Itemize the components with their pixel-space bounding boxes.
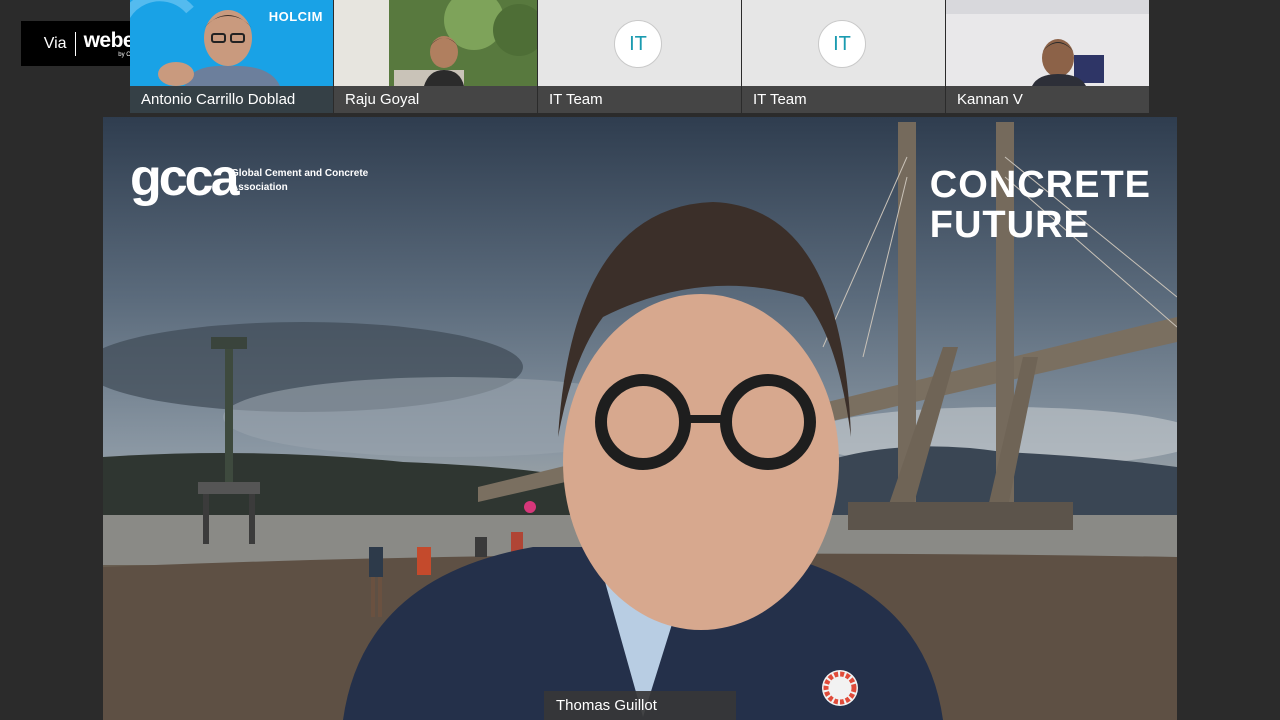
participant-name: IT Team: [538, 86, 741, 113]
participant-tile[interactable]: IT IT Team: [742, 0, 945, 113]
active-speaker-video[interactable]: gcca Global Cement and Concrete Associat…: [103, 117, 1177, 720]
gcca-full-name: Global Cement and Concrete Association: [231, 168, 369, 193]
participant-video: HOLCIM: [130, 0, 333, 86]
gcca-logo: gcca Global Cement and Concrete Associat…: [130, 149, 368, 207]
avatar: IT: [614, 20, 662, 68]
participant-tile[interactable]: HOLCIM Antonio Carrillo Doblad: [130, 0, 333, 113]
participant-name: Raju Goyal: [334, 86, 537, 113]
avatar: IT: [818, 20, 866, 68]
participant-avatar-area: IT: [742, 0, 945, 86]
speaker-name: Thomas Guillot: [544, 691, 736, 720]
participant-avatar-area: IT: [538, 0, 741, 86]
participant-video-frame: [334, 0, 537, 86]
concrete-future-line2: FUTURE: [929, 204, 1090, 246]
participant-tile[interactable]: Kannan V: [946, 0, 1149, 113]
participant-video: [334, 0, 537, 86]
holcim-logo: HOLCIM: [268, 9, 323, 24]
brand-divider: [74, 31, 76, 56]
participant-strip: HOLCIM Antonio Carrillo Doblad Raju Goya…: [130, 0, 1150, 113]
via-label: Via: [43, 34, 67, 52]
participant-video: [946, 0, 1149, 86]
participant-video-frame: [946, 0, 1149, 86]
participant-name: Kannan V: [946, 86, 1149, 113]
concrete-future-line1: CONCRETE: [929, 164, 1151, 206]
participant-name: IT Team: [742, 86, 945, 113]
gcca-mark: gcca: [130, 149, 240, 207]
concrete-future-logo: CONCRETE FUTURE: [930, 165, 1151, 245]
participant-name: Antonio Carrillo Doblad: [130, 86, 333, 113]
participant-tile[interactable]: IT IT Team: [538, 0, 741, 113]
participant-tile[interactable]: Raju Goyal: [334, 0, 537, 113]
